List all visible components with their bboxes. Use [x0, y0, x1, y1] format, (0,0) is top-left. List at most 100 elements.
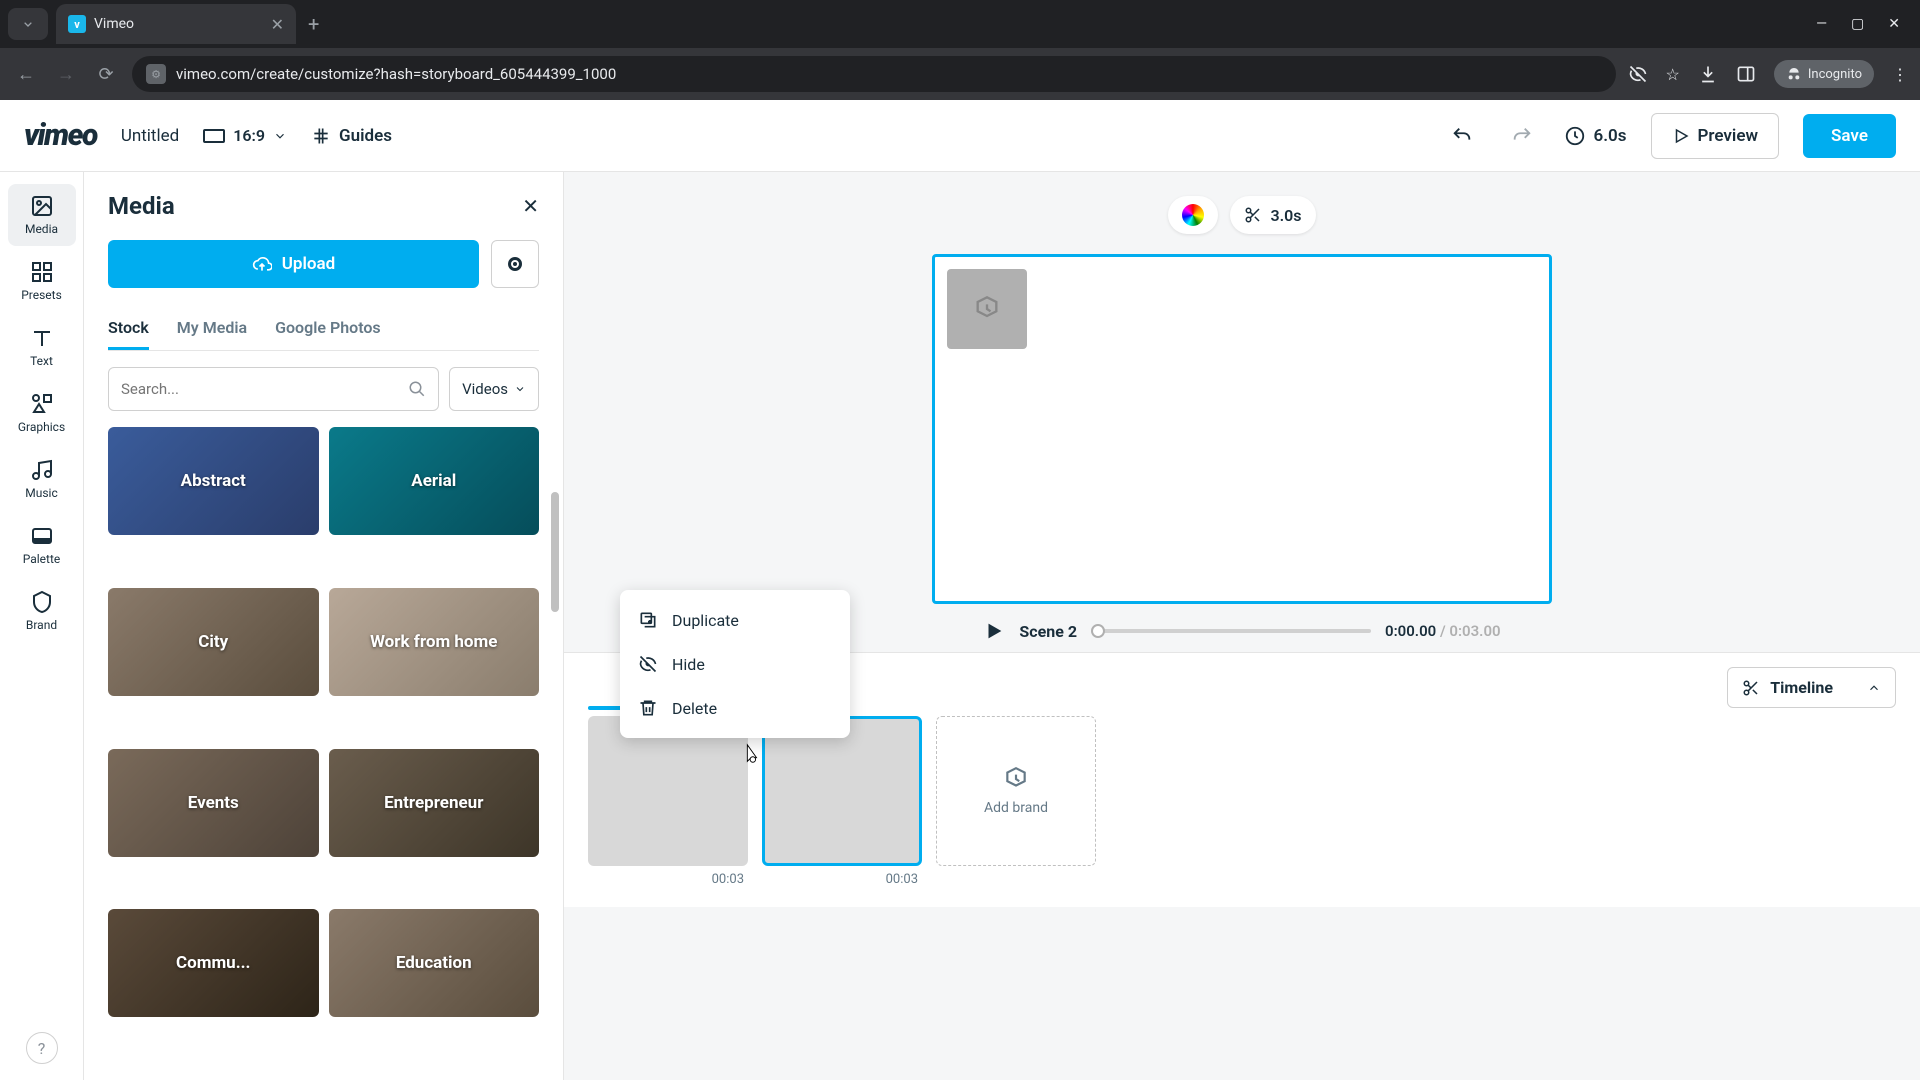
reload-button[interactable]: ⟳	[92, 64, 120, 85]
url-text: vimeo.com/create/customize?hash=storyboa…	[176, 65, 616, 83]
media-category-education[interactable]: Education	[329, 909, 540, 1017]
canvas-toolbar: 3.0s	[564, 172, 1920, 246]
scene-label: Scene 2	[1019, 622, 1077, 641]
media-panel: Media ✕ Upload Stock My Media Google Pho…	[84, 172, 564, 1080]
media-category-city[interactable]: City	[108, 588, 319, 696]
rail-music[interactable]: Music	[8, 448, 76, 510]
time-display: 0:00.00 / 0:03.00	[1385, 622, 1501, 640]
eye-off-icon[interactable]	[1628, 64, 1648, 84]
chevron-up-icon	[1867, 681, 1881, 695]
brand-placeholder[interactable]	[947, 269, 1027, 349]
media-tabs: Stock My Media Google Photos	[108, 308, 539, 351]
trim-tool[interactable]: 3.0s	[1230, 196, 1315, 234]
scene-thumbnail	[762, 716, 922, 866]
duplicate-icon	[638, 610, 658, 630]
forward-button[interactable]: →	[52, 64, 80, 85]
cloud-upload-icon	[252, 254, 272, 274]
context-duplicate[interactable]: Duplicate	[620, 598, 850, 642]
timeline-toggle[interactable]: Timeline	[1727, 667, 1896, 708]
minimize-icon[interactable]: —	[1816, 16, 1827, 32]
color-tool[interactable]	[1168, 196, 1218, 234]
media-category-community[interactable]: Commu...	[108, 909, 319, 1017]
tab-my-media[interactable]: My Media	[177, 308, 247, 350]
context-menu: Duplicate Hide Delete	[620, 590, 850, 738]
aspect-icon	[203, 129, 225, 143]
app-header: vimeo Untitled 16:9 Guides 6.0s Preview …	[0, 100, 1920, 172]
trash-icon	[638, 698, 658, 718]
tab-search-button[interactable]	[8, 8, 48, 40]
downloads-icon[interactable]	[1698, 64, 1718, 84]
rail-brand[interactable]: Brand	[8, 580, 76, 642]
media-grid: Abstract Aerial City Work from home Even…	[108, 427, 539, 1060]
redo-button[interactable]	[1504, 118, 1540, 154]
search-box[interactable]	[108, 367, 439, 411]
maximize-icon[interactable]: ▢	[1851, 16, 1864, 32]
hash-icon	[311, 126, 331, 146]
search-icon	[408, 380, 426, 398]
record-button[interactable]	[491, 240, 539, 288]
tab-stock[interactable]: Stock	[108, 308, 149, 350]
panel-close-button[interactable]: ✕	[522, 194, 539, 218]
progress-bar[interactable]	[1091, 629, 1371, 633]
rail-palette[interactable]: Palette	[8, 514, 76, 576]
scene-thumbnail	[588, 716, 748, 866]
rail-media[interactable]: Media	[8, 184, 76, 246]
vimeo-favicon: v	[68, 15, 86, 33]
timeline-track: 00:03 00:03 Add brand	[588, 716, 1896, 887]
undo-button[interactable]	[1444, 118, 1480, 154]
upload-button[interactable]: Upload	[108, 240, 479, 288]
media-type-filter[interactable]: Videos	[449, 367, 539, 411]
bookmark-star-icon[interactable]: ☆	[1666, 65, 1680, 84]
preview-button[interactable]: Preview	[1651, 113, 1780, 159]
tab-google-photos[interactable]: Google Photos	[275, 308, 381, 350]
help-button[interactable]: ?	[26, 1032, 58, 1064]
context-delete[interactable]: Delete	[620, 686, 850, 730]
scissors-icon	[1244, 206, 1262, 224]
context-hide[interactable]: Hide	[620, 642, 850, 686]
media-category-abstract[interactable]: Abstract	[108, 427, 319, 535]
rail-graphics[interactable]: Graphics	[8, 382, 76, 444]
vimeo-logo[interactable]: vimeo	[24, 118, 97, 153]
media-category-aerial[interactable]: Aerial	[329, 427, 540, 535]
media-category-work-from-home[interactable]: Work from home	[329, 588, 540, 696]
incognito-badge[interactable]: Incognito	[1774, 60, 1874, 88]
media-category-events[interactable]: Events	[108, 749, 319, 857]
progress-handle[interactable]	[1091, 624, 1105, 638]
hexagon-icon	[1003, 766, 1029, 792]
close-tab-icon[interactable]: ✕	[271, 15, 284, 34]
scene-thumb-2[interactable]: 00:03	[762, 716, 922, 887]
left-rail: Media Presets Text Graphics Music Palett…	[0, 172, 84, 1080]
panel-title: Media	[108, 192, 175, 220]
guides-button[interactable]: Guides	[311, 126, 392, 146]
save-button[interactable]: Save	[1803, 114, 1896, 158]
play-icon	[1672, 127, 1690, 145]
scissors-icon	[1742, 679, 1760, 697]
back-button[interactable]: ←	[12, 64, 40, 85]
chevron-down-icon	[514, 383, 526, 395]
eye-off-icon	[638, 654, 658, 674]
browser-tab[interactable]: v Vimeo ✕	[56, 4, 296, 44]
close-window-icon[interactable]: ✕	[1888, 16, 1900, 32]
aspect-ratio-selector[interactable]: 16:9	[203, 126, 287, 145]
new-tab-button[interactable]: +	[308, 12, 319, 36]
browser-toolbar: ← → ⟳ ⚙ vimeo.com/create/customize?hash=…	[0, 48, 1920, 100]
clock-icon	[1564, 125, 1586, 147]
search-input[interactable]	[121, 380, 408, 398]
scene-thumb-1[interactable]: 00:03	[588, 716, 748, 887]
scrollbar[interactable]	[551, 492, 559, 612]
canvas-frame[interactable]	[932, 254, 1552, 604]
project-title[interactable]: Untitled	[121, 126, 179, 146]
color-wheel-icon	[1182, 204, 1204, 226]
media-category-entrepreneur[interactable]: Entrepreneur	[329, 749, 540, 857]
side-panel-icon[interactable]	[1736, 64, 1756, 84]
url-bar[interactable]: ⚙ vimeo.com/create/customize?hash=storyb…	[132, 56, 1616, 92]
hexagon-icon	[973, 295, 1001, 323]
rail-presets[interactable]: Presets	[8, 250, 76, 312]
play-button[interactable]	[983, 620, 1005, 642]
add-brand-card[interactable]: Add brand	[936, 716, 1096, 866]
duration-display[interactable]: 6.0s	[1564, 125, 1627, 147]
site-settings-icon[interactable]: ⚙	[146, 64, 166, 84]
chevron-down-icon	[273, 129, 287, 143]
browser-menu-icon[interactable]: ⋮	[1892, 65, 1908, 84]
rail-text[interactable]: Text	[8, 316, 76, 378]
